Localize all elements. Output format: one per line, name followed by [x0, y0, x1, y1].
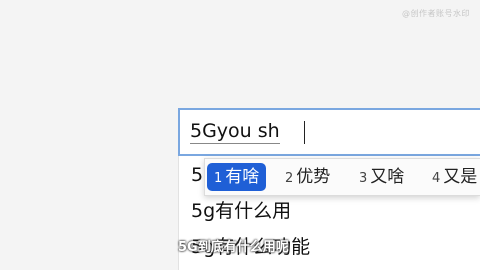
ime-candidate-3[interactable]: 3 又啥 [359, 163, 404, 191]
search-input[interactable]: 5Gyou sh [178, 108, 480, 156]
text-caret [304, 121, 305, 144]
candidate-text: 优势 [296, 167, 331, 187]
ime-candidate-4[interactable]: 4 又是 [432, 163, 477, 191]
suggestion-item[interactable]: 5g有什么用 [191, 198, 291, 224]
candidate-number: 2 [285, 171, 294, 186]
ime-candidate-1[interactable]: 1 有啥 [207, 163, 267, 191]
candidate-text: 有啥 [225, 167, 260, 187]
candidate-text: 又啥 [370, 167, 405, 187]
suggestion-item[interactable]: 5 [191, 162, 203, 188]
candidate-number: 3 [359, 171, 368, 186]
video-subtitle: 5G到底有什么用呢 [178, 240, 289, 255]
search-input-text: 5Gyou sh [190, 120, 280, 144]
ime-candidate-2[interactable]: 2 优势 [285, 163, 330, 191]
candidate-text: 又是 [443, 167, 478, 187]
video-watermark: @创作者账号水印 [402, 9, 470, 18]
candidate-number: 4 [432, 171, 441, 186]
ime-candidate-bar: 1 有啥 2 优势 3 又啥 4 又是 [204, 158, 480, 196]
candidate-number: 1 [214, 171, 223, 186]
